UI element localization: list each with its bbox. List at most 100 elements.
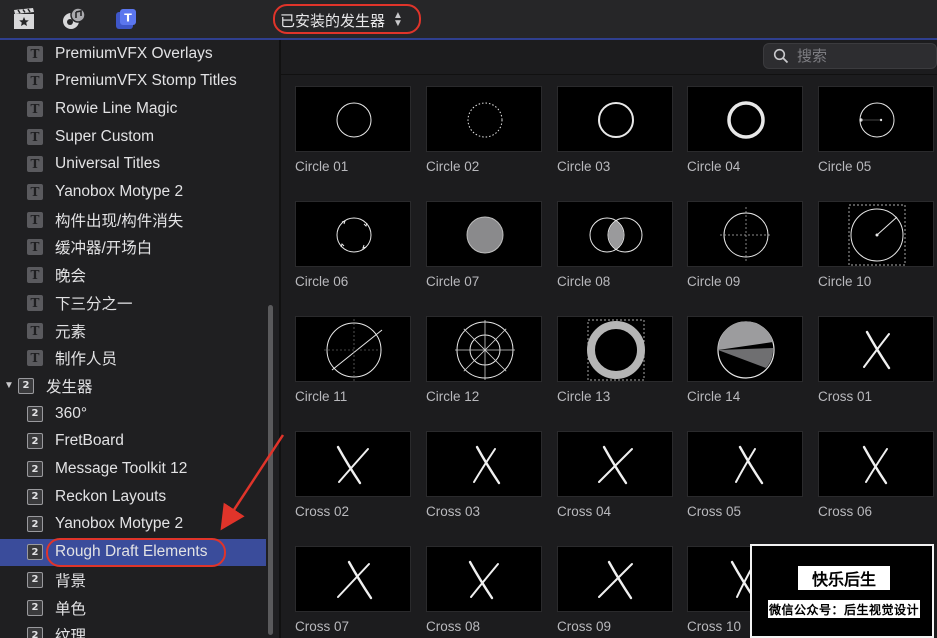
sidebar-item[interactable]: 2 纹理 xyxy=(0,622,266,638)
generator-tile[interactable]: Cross 06 xyxy=(818,431,934,523)
generator-tile[interactable]: Circle 04 xyxy=(687,86,803,178)
search-field[interactable] xyxy=(763,43,937,69)
generator-tile[interactable]: Cross 01 xyxy=(818,316,934,408)
generator-caption: Circle 14 xyxy=(687,389,741,404)
generator-caption: Circle 03 xyxy=(557,159,611,174)
sidebar: T PremiumVFX Overlays T PremiumVFX Stomp Ti… xyxy=(0,40,281,638)
generator-thumbnail[interactable] xyxy=(426,86,542,152)
generator-thumbnail[interactable] xyxy=(295,431,411,497)
cross-i-icon xyxy=(598,560,633,600)
generator-thumbnail[interactable] xyxy=(426,201,542,267)
generator-tile[interactable]: Circle 14 xyxy=(687,316,803,408)
watermark: 快乐后生 微信公众号：后生视觉设计 xyxy=(750,544,934,638)
title-t-icon: T xyxy=(27,294,43,311)
sidebar-item[interactable]: T 下三分之一 xyxy=(0,289,266,316)
generator-tile[interactable]: Circle 01 xyxy=(295,86,411,178)
sidebar-item[interactable]: 2 Reckon Layouts xyxy=(0,483,266,510)
circle-wedges-icon xyxy=(717,321,775,379)
sidebar-item[interactable]: T 晚会 xyxy=(0,262,266,289)
generator-caption: Circle 10 xyxy=(818,274,872,289)
generator-thumbnail[interactable] xyxy=(295,201,411,267)
generator-tile[interactable]: Circle 07 xyxy=(426,201,542,293)
titles-generators-icon[interactable]: T xyxy=(114,7,138,31)
generator-thumbnail[interactable] xyxy=(687,316,803,382)
generator-thumbnail[interactable] xyxy=(557,86,673,152)
installed-select-label: 已安装的发生器 xyxy=(280,12,386,30)
generator-thumbnail[interactable] xyxy=(426,431,542,497)
generator-caption: Circle 09 xyxy=(687,274,741,289)
generator-thumbnail[interactable] xyxy=(687,201,803,267)
generator-tile[interactable]: Cross 05 xyxy=(687,431,803,523)
sidebar-item[interactable]: T Super Custom xyxy=(0,123,266,150)
generator-thumbnail[interactable] xyxy=(687,431,803,497)
generator-tile[interactable]: Circle 03 xyxy=(557,86,673,178)
generator-tile[interactable]: Circle 12 xyxy=(426,316,542,408)
generator-tile[interactable]: Circle 06 xyxy=(295,201,411,293)
generator-thumbnail[interactable] xyxy=(687,86,803,152)
sidebar-item[interactable]: T 构件出现/构件消失 xyxy=(0,206,266,233)
sidebar-item[interactable]: 2 FretBoard xyxy=(0,428,266,455)
cross-f-icon xyxy=(862,445,888,485)
generator-thumbnail[interactable] xyxy=(818,201,934,267)
generator-tile[interactable]: Cross 09 xyxy=(557,546,673,638)
generator-thumbnail[interactable] xyxy=(295,86,411,152)
sidebar-scrollbar[interactable] xyxy=(268,305,273,635)
sidebar-item[interactable]: T PremiumVFX Stomp Titles xyxy=(0,68,266,95)
generator-thumbnail[interactable] xyxy=(818,316,934,382)
generator-tile[interactable]: Cross 03 xyxy=(426,431,542,523)
disclosure-triangle-icon[interactable]: ▼ xyxy=(4,380,14,391)
generator-tile[interactable]: Cross 04 xyxy=(557,431,673,523)
circle-filled-icon xyxy=(466,216,504,254)
sidebar-item[interactable]: 2 背景 xyxy=(0,566,266,593)
generator-tile[interactable]: Cross 07 xyxy=(295,546,411,638)
sidebar-item-label: Super Custom xyxy=(55,127,155,145)
sidebar-item[interactable]: T PremiumVFX Overlays xyxy=(0,40,266,67)
photos-audio-icon[interactable] xyxy=(62,7,86,31)
cross-g-icon xyxy=(337,560,373,600)
sidebar-item[interactable]: 2 单色 xyxy=(0,594,266,621)
sidebar-item[interactable]: ▼ 2 发生器 xyxy=(0,372,266,399)
generator-tile[interactable]: Cross 08 xyxy=(426,546,542,638)
search-input[interactable] xyxy=(795,46,919,66)
sidebar-item[interactable]: T 制作人员 xyxy=(0,345,266,372)
generator-tile[interactable]: Circle 10 xyxy=(818,201,934,293)
generator-thumbnail[interactable] xyxy=(818,86,934,152)
sidebar-item[interactable]: 2 Rough Draft Elements xyxy=(0,538,266,566)
cross-b-icon xyxy=(336,445,369,485)
generator-thumbnail[interactable] xyxy=(295,316,411,382)
generator-caption: Circle 06 xyxy=(295,274,349,289)
installed-generators-select[interactable]: 已安装的发生器 ▲ ▼ xyxy=(280,8,403,32)
generator-thumbnail[interactable] xyxy=(557,201,673,267)
title-t-icon: T xyxy=(27,73,43,90)
sidebar-item[interactable]: T Yanobox Motype 2 xyxy=(0,179,266,206)
generator-thumbnail[interactable] xyxy=(557,546,673,612)
sidebar-item[interactable]: T Universal Titles xyxy=(0,151,266,178)
generator-tile[interactable]: Circle 09 xyxy=(687,201,803,293)
sidebar-item[interactable]: 2 360° xyxy=(0,400,266,427)
title-t-icon: T xyxy=(27,128,43,145)
browser-toolbar: T 已安装的发生器 ▲ ▼ xyxy=(0,0,937,40)
generator-tile[interactable]: Circle 05 xyxy=(818,86,934,178)
generator-tile[interactable]: Circle 02 xyxy=(426,86,542,178)
svg-text:T: T xyxy=(124,12,132,25)
sidebar-item[interactable]: 2 Message Toolkit 12 xyxy=(0,456,266,483)
sidebar-item[interactable]: T Rowie Line Magic xyxy=(0,95,266,122)
circle-crosshair-icon xyxy=(720,207,772,263)
generator-thumbnail[interactable] xyxy=(295,546,411,612)
generator-thumbnail[interactable] xyxy=(557,431,673,497)
sidebar-item[interactable]: 2 Yanobox Motype 2 xyxy=(0,511,266,538)
clapper-star-icon[interactable] xyxy=(12,7,36,31)
title-t-icon: T xyxy=(27,239,43,256)
generator-thumbnail[interactable] xyxy=(426,546,542,612)
generator-thumbnail[interactable] xyxy=(818,431,934,497)
generator-tile[interactable]: Circle 08 xyxy=(557,201,673,293)
generator-tile[interactable]: Circle 11 xyxy=(295,316,411,408)
sidebar-item[interactable]: T 元素 xyxy=(0,317,266,344)
generator-tile[interactable]: Cross 02 xyxy=(295,431,411,523)
generator-caption: Cross 10 xyxy=(687,619,742,634)
sidebar-item-label: 缓冲器/开场白 xyxy=(55,240,153,258)
generator-thumbnail[interactable] xyxy=(426,316,542,382)
generator-thumbnail[interactable] xyxy=(557,316,673,382)
sidebar-item[interactable]: T 缓冲器/开场白 xyxy=(0,234,266,261)
generator-tile[interactable]: Circle 13 xyxy=(557,316,673,408)
